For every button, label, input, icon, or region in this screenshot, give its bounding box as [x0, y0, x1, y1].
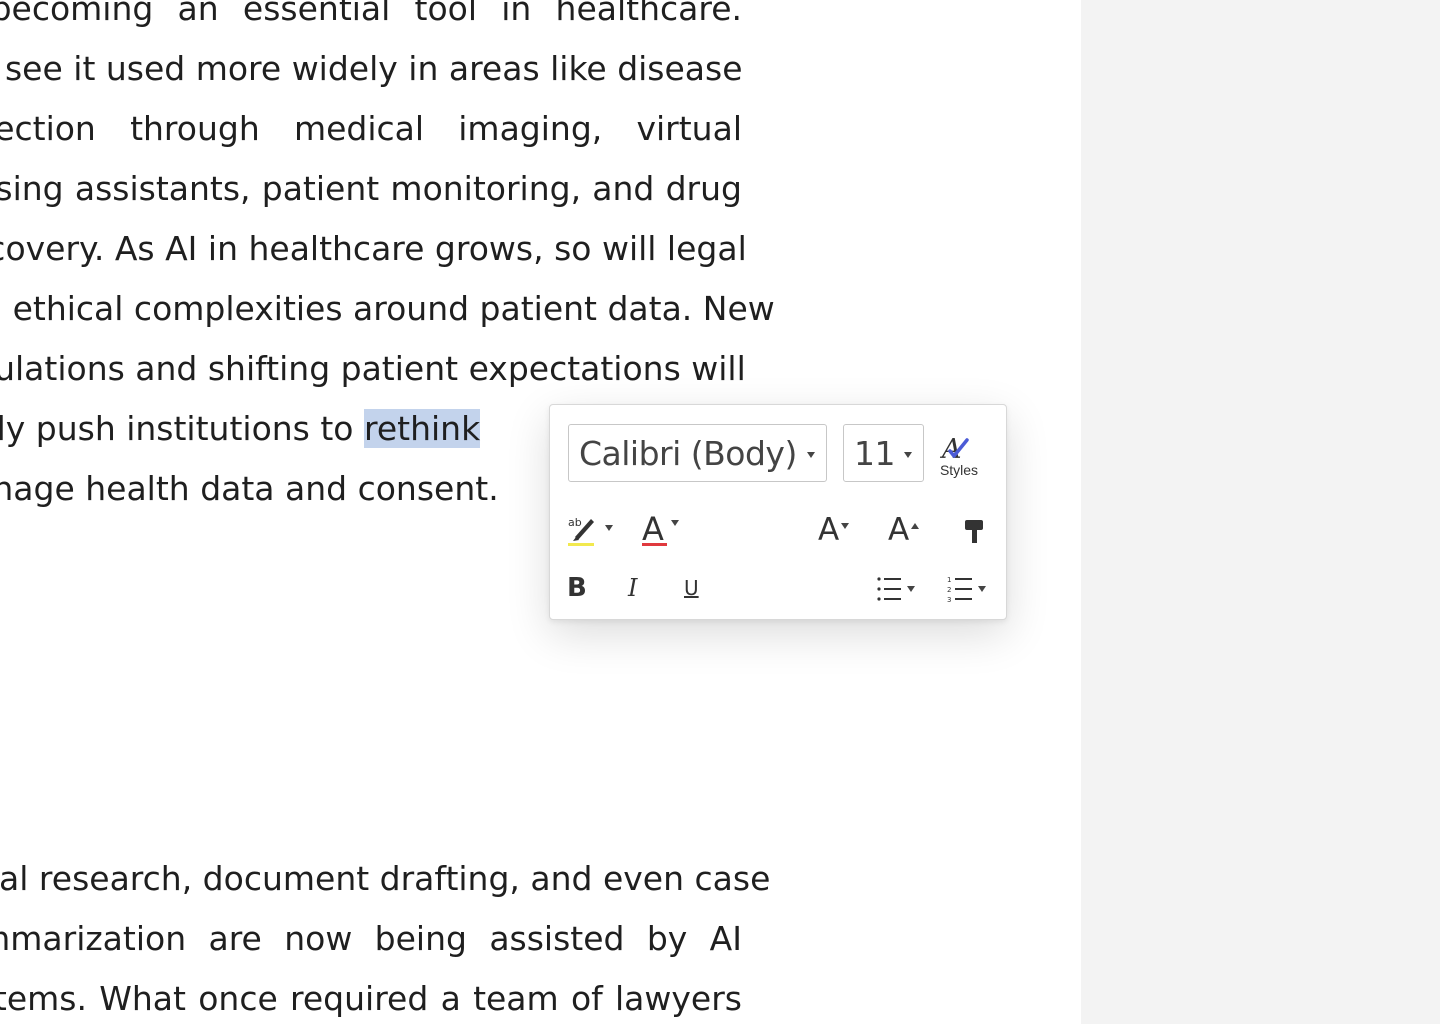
italic-button[interactable]: I [628, 571, 652, 605]
svg-text:2: 2 [947, 586, 951, 594]
underline-icon: U [684, 576, 699, 600]
text-line: regulations and shifting patient expecta… [0, 349, 746, 388]
underline-button[interactable]: U [684, 571, 708, 605]
numbered-list-icon: 1 2 3 [947, 576, 972, 604]
right-gutter [1081, 0, 1440, 1024]
styles-label: Styles [939, 462, 979, 478]
highlight-color-button[interactable]: ab [567, 511, 615, 549]
chevron-down-icon [605, 525, 613, 531]
bulleted-list-icon [877, 577, 901, 601]
text-line: and ethical complexities around patient … [0, 289, 775, 328]
styles-icon: A [939, 434, 969, 463]
decrease-font-size-icon: A [818, 512, 840, 548]
document-paragraph-2[interactable]: Legal research, document drafting, and e… [0, 849, 771, 1029]
text-line-part: likely push institutions to [0, 409, 354, 448]
chevron-down-icon [807, 452, 815, 458]
bold-icon: B [567, 573, 587, 603]
chevron-up-icon [911, 523, 920, 529]
font-color-icon: A [642, 510, 667, 548]
format-painter-icon [965, 520, 983, 543]
svg-text:3: 3 [947, 596, 951, 604]
text-line: Legal research, document drafting, and e… [0, 859, 771, 898]
numbering-button[interactable]: 1 2 3 [947, 571, 995, 607]
chevron-down-icon [978, 586, 986, 592]
svg-text:1: 1 [947, 576, 951, 584]
svg-text:ab: ab [568, 516, 582, 529]
italic-icon: I [628, 574, 638, 602]
svg-text:A: A [642, 510, 664, 548]
selected-text[interactable]: rethink [363, 409, 481, 448]
chevron-down-icon [671, 520, 679, 526]
font-name-dropdown[interactable]: Calibri (Body) [568, 424, 827, 482]
styles-button[interactable]: A Styles [934, 429, 984, 485]
text-line: is becoming an essential tool in healthc… [0, 0, 742, 28]
font-size-value: 11 [854, 433, 896, 473]
increase-font-size-button[interactable]: A [888, 511, 932, 549]
text-line: nursing assistants, patient monitoring, … [0, 169, 742, 208]
increase-font-size-icon: A [888, 512, 910, 548]
text-line: detection through medical imaging, virtu… [0, 109, 742, 148]
chevron-down-icon [907, 586, 915, 592]
chevron-down-icon [904, 452, 912, 458]
floating-format-toolbar: Calibri (Body) 11 A Styles ab A A A B I … [549, 404, 1007, 620]
decrease-font-size-button[interactable]: A [818, 511, 862, 549]
text-line: discovery. As AI in healthcare grows, so… [0, 229, 747, 268]
format-painter-button[interactable] [962, 513, 988, 547]
chevron-down-icon [841, 523, 850, 529]
highlighter-icon: ab [568, 516, 594, 546]
text-line: systems. What once required a team of la… [0, 979, 742, 1018]
bold-button[interactable]: B [567, 571, 595, 605]
bullets-button[interactable] [876, 571, 924, 607]
text-line: summarization are now being assisted by … [0, 919, 742, 958]
text-line: will see it used more widely in areas li… [0, 49, 743, 88]
font-name-value: Calibri (Body) [579, 433, 797, 473]
font-size-dropdown[interactable]: 11 [843, 424, 924, 482]
font-color-button[interactable]: A [641, 509, 685, 549]
